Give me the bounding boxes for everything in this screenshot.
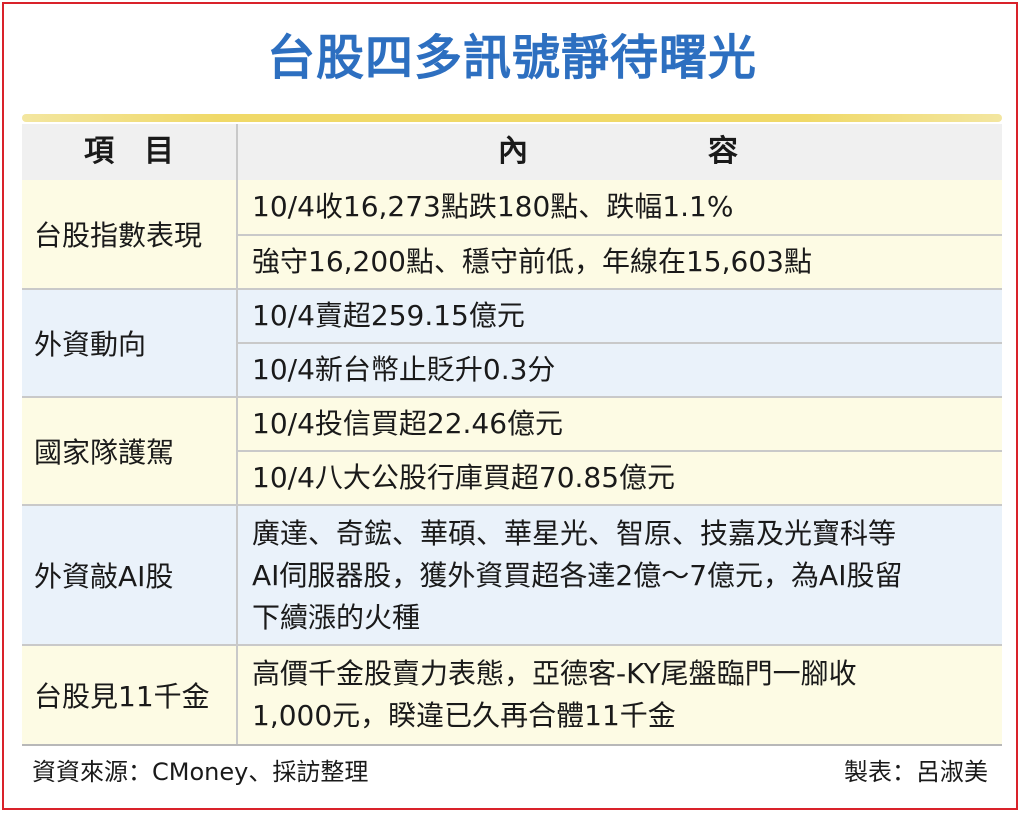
row-item-label: 國家隊護駕: [22, 398, 238, 504]
row-content-line: 10/4賣超259.15億元: [252, 299, 525, 332]
table-row: 台股指數表現 10/4收16,273點跌180點、跌幅1.1% 強守16,200…: [22, 180, 1002, 290]
table-header: 項 目 內 容: [22, 124, 1002, 182]
row-divider: [238, 450, 1002, 452]
row-divider: [238, 234, 1002, 236]
row-content-line: 10/4八大公股行庫買超70.85億元: [252, 461, 676, 494]
row-content-line: 10/4新台幣止貶升0.3分: [252, 353, 556, 386]
row-content-line: 10/4投信買超22.46億元: [252, 407, 564, 440]
row-divider: [238, 342, 1002, 344]
source-note: 資資來源：CMoney、採訪整理: [32, 758, 369, 786]
title-underline: [22, 114, 1002, 122]
row-content-line: 廣達、奇鋐、華碩、華星光、智原、技嘉及光寶科等: [252, 517, 897, 550]
row-content-line: 10/4收16,273點跌180點、跌幅1.1%: [252, 190, 734, 223]
page-title: 台股四多訊號靜待曙光: [266, 30, 757, 86]
table-row: 外資敲AI股 廣達、奇鋐、華碩、華星光、智原、技嘉及光寶科等 AI伺服器股，獲外…: [22, 506, 1002, 646]
table-row: 國家隊護駕 10/4投信買超22.46億元 10/4八大公股行庫買超70.85億…: [22, 398, 1002, 506]
row-content-line: 下續漲的火種: [252, 601, 421, 634]
table-row: 外資動向 10/4賣超259.15億元 10/4新台幣止貶升0.3分: [22, 290, 1002, 398]
row-content-line: 1,000元，睽違已久再合體11千金: [252, 699, 676, 732]
header-item: 項 目: [22, 124, 238, 180]
row-item-label: 外資動向: [22, 290, 238, 396]
row-item-label: 台股指數表現: [22, 180, 238, 288]
table-maker-credit: 製表：呂淑美: [844, 758, 988, 786]
table-row: 台股見11千金 高價千金股賣力表態，亞德客-KY尾盤臨門一腳收 1,000元，睽…: [22, 646, 1002, 746]
row-content-line: AI伺服器股，獲外資買超各達2億～7億元，為AI股留: [252, 559, 903, 592]
header-content-1: 內: [498, 134, 528, 169]
row-item-label: 台股見11千金: [22, 646, 238, 744]
row-item-label: 外資敲AI股: [22, 506, 238, 644]
row-content-line: 強守16,200點、穩守前低，年線在15,603點: [252, 245, 812, 278]
row-content-line: 高價千金股賣力表態，亞德客-KY尾盤臨門一腳收: [252, 657, 857, 690]
header-content-2: 容: [708, 134, 738, 169]
